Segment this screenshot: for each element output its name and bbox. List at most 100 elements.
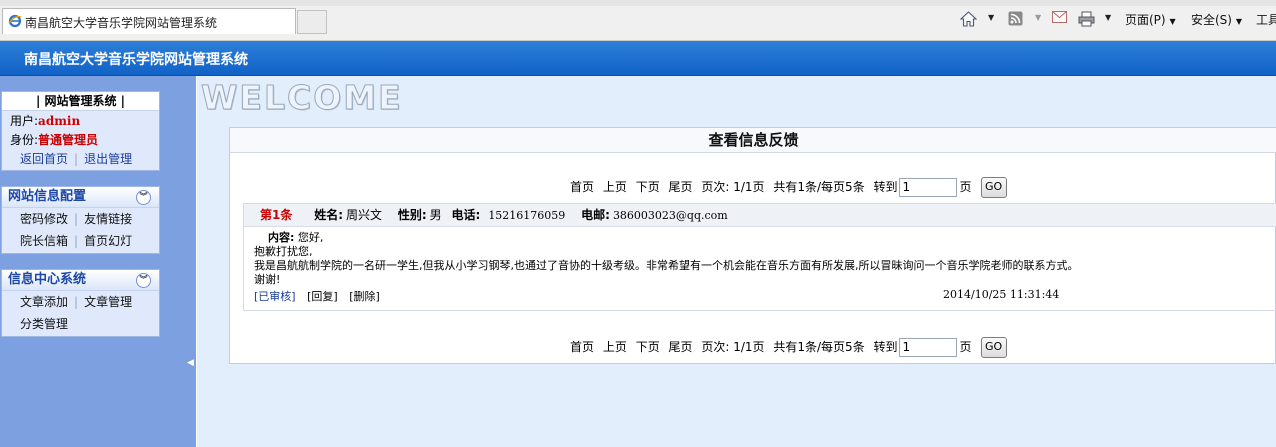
pager-page-unit: 页	[959, 340, 972, 354]
browser-chrome: 南昌航空大学音乐学院网站管理系统 ▼ ▼ ▼ 页面(P) ▼ 安全(S) ▼ 工…	[0, 0, 1276, 41]
record-header: 第1条 姓名: 周兴文 性别: 男 电话: 15216176059 电邮: 386003…	[244, 204, 1276, 227]
phone-value: 15216176059	[488, 209, 566, 222]
menu-row: 密码修改 | 友情链接	[2, 208, 159, 230]
logout-link[interactable]: 退出管理	[84, 152, 132, 166]
content-line: 我是昌航航制学院的一名研一学生,但我从小学习钢琴,也通过了音协的十级考级。非常希…	[254, 259, 1079, 272]
go-button[interactable]: GO	[980, 177, 1007, 198]
user-label: 用户:	[10, 114, 39, 128]
divider: |	[74, 234, 79, 248]
menu-row: 院长信箱 | 首页幻灯	[2, 230, 159, 252]
info-center-heading[interactable]: 信息中心系统 ︾	[2, 270, 159, 291]
info-center-heading-label: 信息中心系统	[8, 272, 87, 287]
menu-item-links[interactable]: 友情链接	[84, 212, 132, 226]
approved-link[interactable]: [已审核]	[254, 290, 296, 303]
content-line: 您好,	[297, 231, 324, 244]
pager-total: 共有1条/每页5条	[773, 340, 865, 354]
goto-page-input[interactable]: 1	[898, 338, 957, 357]
title-strip	[0, 0, 1276, 6]
content-label: 内容:	[268, 231, 295, 244]
record-timestamp: 2014/10/25 11:31:44	[943, 288, 1060, 301]
site-config-heading-label: 网站信息配置	[8, 189, 87, 204]
sidebar: | 网站管理系统 | 用户:admin 身份:普通管理员 返回首页 | 退出管理 网…	[0, 76, 196, 447]
content-line: 谢谢!	[254, 273, 281, 286]
account-heading: | 网站管理系统 |	[2, 92, 159, 111]
menu-row: 文章添加 | 文章管理	[2, 291, 159, 313]
main-content: WELCOME 查看信息反馈 首页 上页 下页 尾页 页次: 1/1页 共有1条…	[197, 76, 1276, 447]
pager-goto-label: 转到	[873, 340, 898, 354]
pager-pages: 页次: 1/1页	[701, 180, 765, 194]
ie-icon	[8, 14, 22, 28]
account-box: | 网站管理系统 | 用户:admin 身份:普通管理员 返回首页 | 退出管理	[1, 91, 160, 171]
goto-page-input[interactable]: 1	[898, 178, 957, 197]
email-label: 电邮:	[581, 208, 610, 222]
home-dropdown-icon[interactable]: ▼	[988, 13, 994, 22]
sidebar-toggle-icon[interactable]: ◀	[187, 358, 194, 368]
pager-top: 首页 上页 下页 尾页 页次: 1/1页 共有1条/每页5条 转到 1 页 GO	[570, 177, 1012, 199]
tools-menu[interactable]: 工具	[1256, 11, 1276, 29]
safety-menu[interactable]: 安全(S) ▼	[1191, 11, 1242, 29]
menu-row: 分类管理	[2, 313, 159, 335]
collapse-icon[interactable]: ︾	[136, 273, 151, 288]
mail-icon[interactable]	[1052, 11, 1067, 29]
record-content: 内容: 您好, 抱歉打扰您, 我是昌航航制学院的一名研一学生,但我从小学习钢琴,…	[254, 231, 1078, 287]
page-menu-label: 页面(P)	[1125, 13, 1166, 27]
gender-value: 男	[429, 208, 442, 222]
role-label: 身份:	[10, 133, 39, 147]
pager-prev[interactable]: 上页	[603, 340, 627, 354]
pager-prev[interactable]: 上页	[603, 180, 627, 194]
pager-pages: 页次: 1/1页	[701, 340, 765, 354]
site-title: 南昌航空大学音乐学院网站管理系统	[24, 52, 248, 68]
record-actions: [已审核] [回复] [删除]	[254, 288, 388, 304]
pager-next[interactable]: 下页	[636, 180, 660, 194]
menu-item-categories[interactable]: 分类管理	[20, 317, 68, 331]
reply-link[interactable]: [回复]	[307, 290, 338, 303]
menu-item-mailbox[interactable]: 院长信箱	[20, 234, 68, 248]
tab-title: 南昌航空大学音乐学院网站管理系统	[25, 16, 218, 30]
site-config-heading[interactable]: 网站信息配置 ︾	[2, 187, 159, 208]
chevron-down-icon: ▼	[1169, 17, 1176, 26]
user-value: admin	[38, 114, 81, 128]
pager-last[interactable]: 尾页	[669, 180, 693, 194]
pager-page-unit: 页	[959, 180, 972, 194]
menu-item-add-article[interactable]: 文章添加	[20, 295, 68, 309]
chevron-down-icon: ▼	[1235, 17, 1242, 26]
print-icon[interactable]	[1078, 11, 1095, 29]
pager-goto-label: 转到	[873, 180, 898, 194]
gender-label: 性别:	[397, 208, 427, 222]
home-icon[interactable]	[960, 11, 977, 29]
role-value: 普通管理员	[38, 133, 99, 147]
menu-item-manage-articles[interactable]: 文章管理	[84, 295, 132, 309]
collapse-icon[interactable]: ︾	[136, 190, 151, 205]
feed-dropdown-icon[interactable]: ▼	[1035, 13, 1041, 22]
pager-bottom: 首页 上页 下页 尾页 页次: 1/1页 共有1条/每页5条 转到 1 页 GO	[570, 337, 1012, 359]
delete-link[interactable]: [删除]	[349, 290, 380, 303]
divider: |	[74, 212, 79, 226]
welcome-banner: WELCOME	[201, 78, 403, 118]
feedback-record: 第1条 姓名: 周兴文 性别: 男 电话: 15216176059 电邮: 386003…	[243, 203, 1276, 311]
feedback-panel: 查看信息反馈 首页 上页 下页 尾页 页次: 1/1页 共有1条/每页5条 转到…	[229, 127, 1276, 364]
page-menu[interactable]: 页面(P) ▼	[1125, 11, 1176, 29]
feed-icon[interactable]	[1008, 11, 1023, 29]
phone-label: 电话:	[451, 208, 481, 222]
name-value: 周兴文	[346, 208, 383, 222]
record-number: 第1条	[260, 208, 293, 222]
info-center-box: 信息中心系统 ︾ 文章添加 | 文章管理 分类管理	[1, 269, 160, 337]
menu-item-password[interactable]: 密码修改	[20, 212, 68, 226]
site-config-box: 网站信息配置 ︾ 密码修改 | 友情链接 院长信箱 | 首页幻灯	[1, 186, 160, 254]
pager-first[interactable]: 首页	[570, 180, 594, 194]
go-button[interactable]: GO	[980, 337, 1007, 358]
pager-total: 共有1条/每页5条	[773, 180, 865, 194]
pager-last[interactable]: 尾页	[669, 340, 693, 354]
pager-next[interactable]: 下页	[636, 340, 660, 354]
site-header: 南昌航空大学音乐学院网站管理系统	[0, 41, 1276, 76]
home-link[interactable]: 返回首页	[20, 152, 68, 166]
browser-tab[interactable]: 南昌航空大学音乐学院网站管理系统	[2, 8, 296, 34]
menu-item-slides[interactable]: 首页幻灯	[84, 234, 132, 248]
new-tab-button[interactable]	[297, 10, 327, 34]
pager-first[interactable]: 首页	[570, 340, 594, 354]
print-dropdown-icon[interactable]: ▼	[1105, 13, 1111, 22]
divider: |	[74, 152, 79, 166]
divider: |	[74, 295, 79, 309]
safety-menu-label: 安全(S)	[1191, 13, 1232, 27]
panel-title: 查看信息反馈	[230, 128, 1276, 153]
